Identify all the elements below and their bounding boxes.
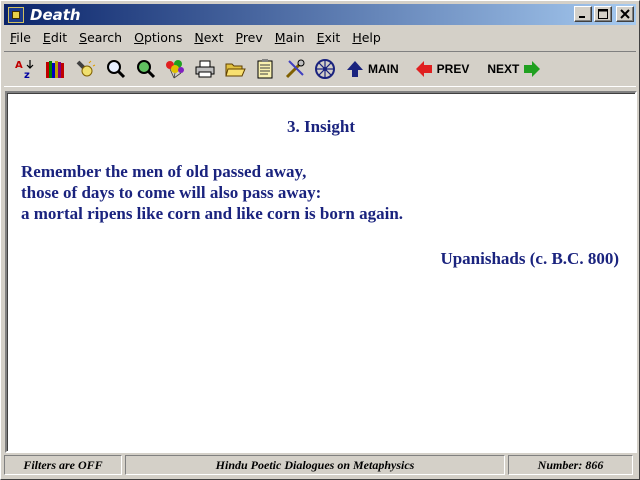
poem-line: those of days to come will also pass awa… bbox=[21, 183, 322, 202]
folder-open-icon bbox=[225, 63, 246, 77]
title-bar[interactable]: Death bbox=[4, 4, 636, 25]
menu-prev[interactable]: Prev bbox=[229, 30, 268, 45]
notes-button[interactable] bbox=[251, 55, 279, 83]
search-button[interactable] bbox=[101, 55, 129, 83]
books-button[interactable] bbox=[41, 55, 69, 83]
menu-help[interactable]: Help bbox=[346, 30, 387, 45]
minimize-button[interactable] bbox=[574, 6, 592, 22]
menu-file[interactable]: File bbox=[4, 30, 37, 45]
arrow-right-icon bbox=[524, 61, 541, 77]
menu-next[interactable]: Next bbox=[188, 30, 229, 45]
flashlight-button[interactable] bbox=[71, 55, 99, 83]
print-button[interactable] bbox=[191, 55, 219, 83]
tools-icon bbox=[285, 59, 305, 79]
prev-button[interactable]: PREV bbox=[410, 55, 477, 83]
poem-line: Remember the men of old passed away, bbox=[21, 162, 307, 181]
menu-exit[interactable]: Exit bbox=[311, 30, 347, 45]
maximize-button[interactable] bbox=[594, 6, 612, 22]
printer-icon bbox=[195, 60, 215, 78]
collection-status: Hindu Poetic Dialogues on Metaphysics bbox=[125, 455, 505, 475]
arrow-left-icon bbox=[415, 61, 432, 77]
flashlight-icon bbox=[76, 60, 96, 77]
next-button-label: NEXT bbox=[487, 62, 520, 76]
filters-status: Filters are OFF bbox=[4, 455, 122, 475]
find-button[interactable] bbox=[131, 55, 159, 83]
magnifier-green-icon bbox=[137, 60, 156, 79]
close-icon bbox=[620, 9, 630, 19]
balloons-button[interactable] bbox=[161, 55, 189, 83]
wheel-icon bbox=[315, 59, 335, 79]
svg-text:A: A bbox=[15, 60, 23, 71]
poem-line: a mortal ripens like corn and like corn … bbox=[21, 204, 404, 223]
balloons-icon bbox=[166, 60, 184, 79]
status-bar: Filters are OFF Hindu Poetic Dialogues o… bbox=[4, 455, 636, 477]
menu-bar: File Edit Search Options Next Prev Main … bbox=[4, 27, 636, 47]
prev-button-label: PREV bbox=[436, 62, 470, 76]
wheel-button[interactable] bbox=[311, 55, 339, 83]
minimize-icon bbox=[579, 16, 585, 18]
content-pane: 3. Insight Remember the men of old passe… bbox=[5, 91, 637, 453]
maximize-icon bbox=[598, 9, 608, 19]
menu-search[interactable]: Search bbox=[73, 30, 128, 45]
window-title: Death bbox=[30, 5, 81, 24]
main-button-label: MAIN bbox=[368, 62, 399, 76]
books-icon bbox=[46, 61, 64, 78]
toolbar: A z MAIN PREV NEXT bbox=[4, 51, 636, 87]
close-button[interactable] bbox=[616, 6, 634, 22]
sort-az-icon: A z bbox=[15, 60, 34, 80]
magnifier-icon bbox=[107, 60, 126, 79]
tools-button[interactable] bbox=[281, 55, 309, 83]
notepad-icon bbox=[257, 59, 273, 79]
next-button[interactable]: NEXT bbox=[480, 55, 546, 83]
number-status: Number: 866 bbox=[508, 455, 633, 475]
arrow-up-icon bbox=[347, 61, 363, 77]
menu-main[interactable]: Main bbox=[269, 30, 311, 45]
menu-options[interactable]: Options bbox=[128, 30, 188, 45]
attribution: Upanishads (c. B.C. 800) bbox=[440, 249, 619, 268]
app-icon[interactable] bbox=[8, 6, 24, 23]
open-button[interactable] bbox=[221, 55, 249, 83]
app-window: Death File Edit Search Options Next Prev… bbox=[0, 0, 640, 480]
poem-text: Remember the men of old passed away, tho… bbox=[21, 161, 403, 224]
sort-button[interactable]: A z bbox=[11, 55, 39, 83]
main-button[interactable]: MAIN bbox=[341, 55, 406, 83]
svg-text:z: z bbox=[24, 70, 30, 80]
window-controls bbox=[574, 6, 634, 22]
menu-edit[interactable]: Edit bbox=[37, 30, 73, 45]
section-heading: 3. Insight bbox=[286, 117, 356, 136]
